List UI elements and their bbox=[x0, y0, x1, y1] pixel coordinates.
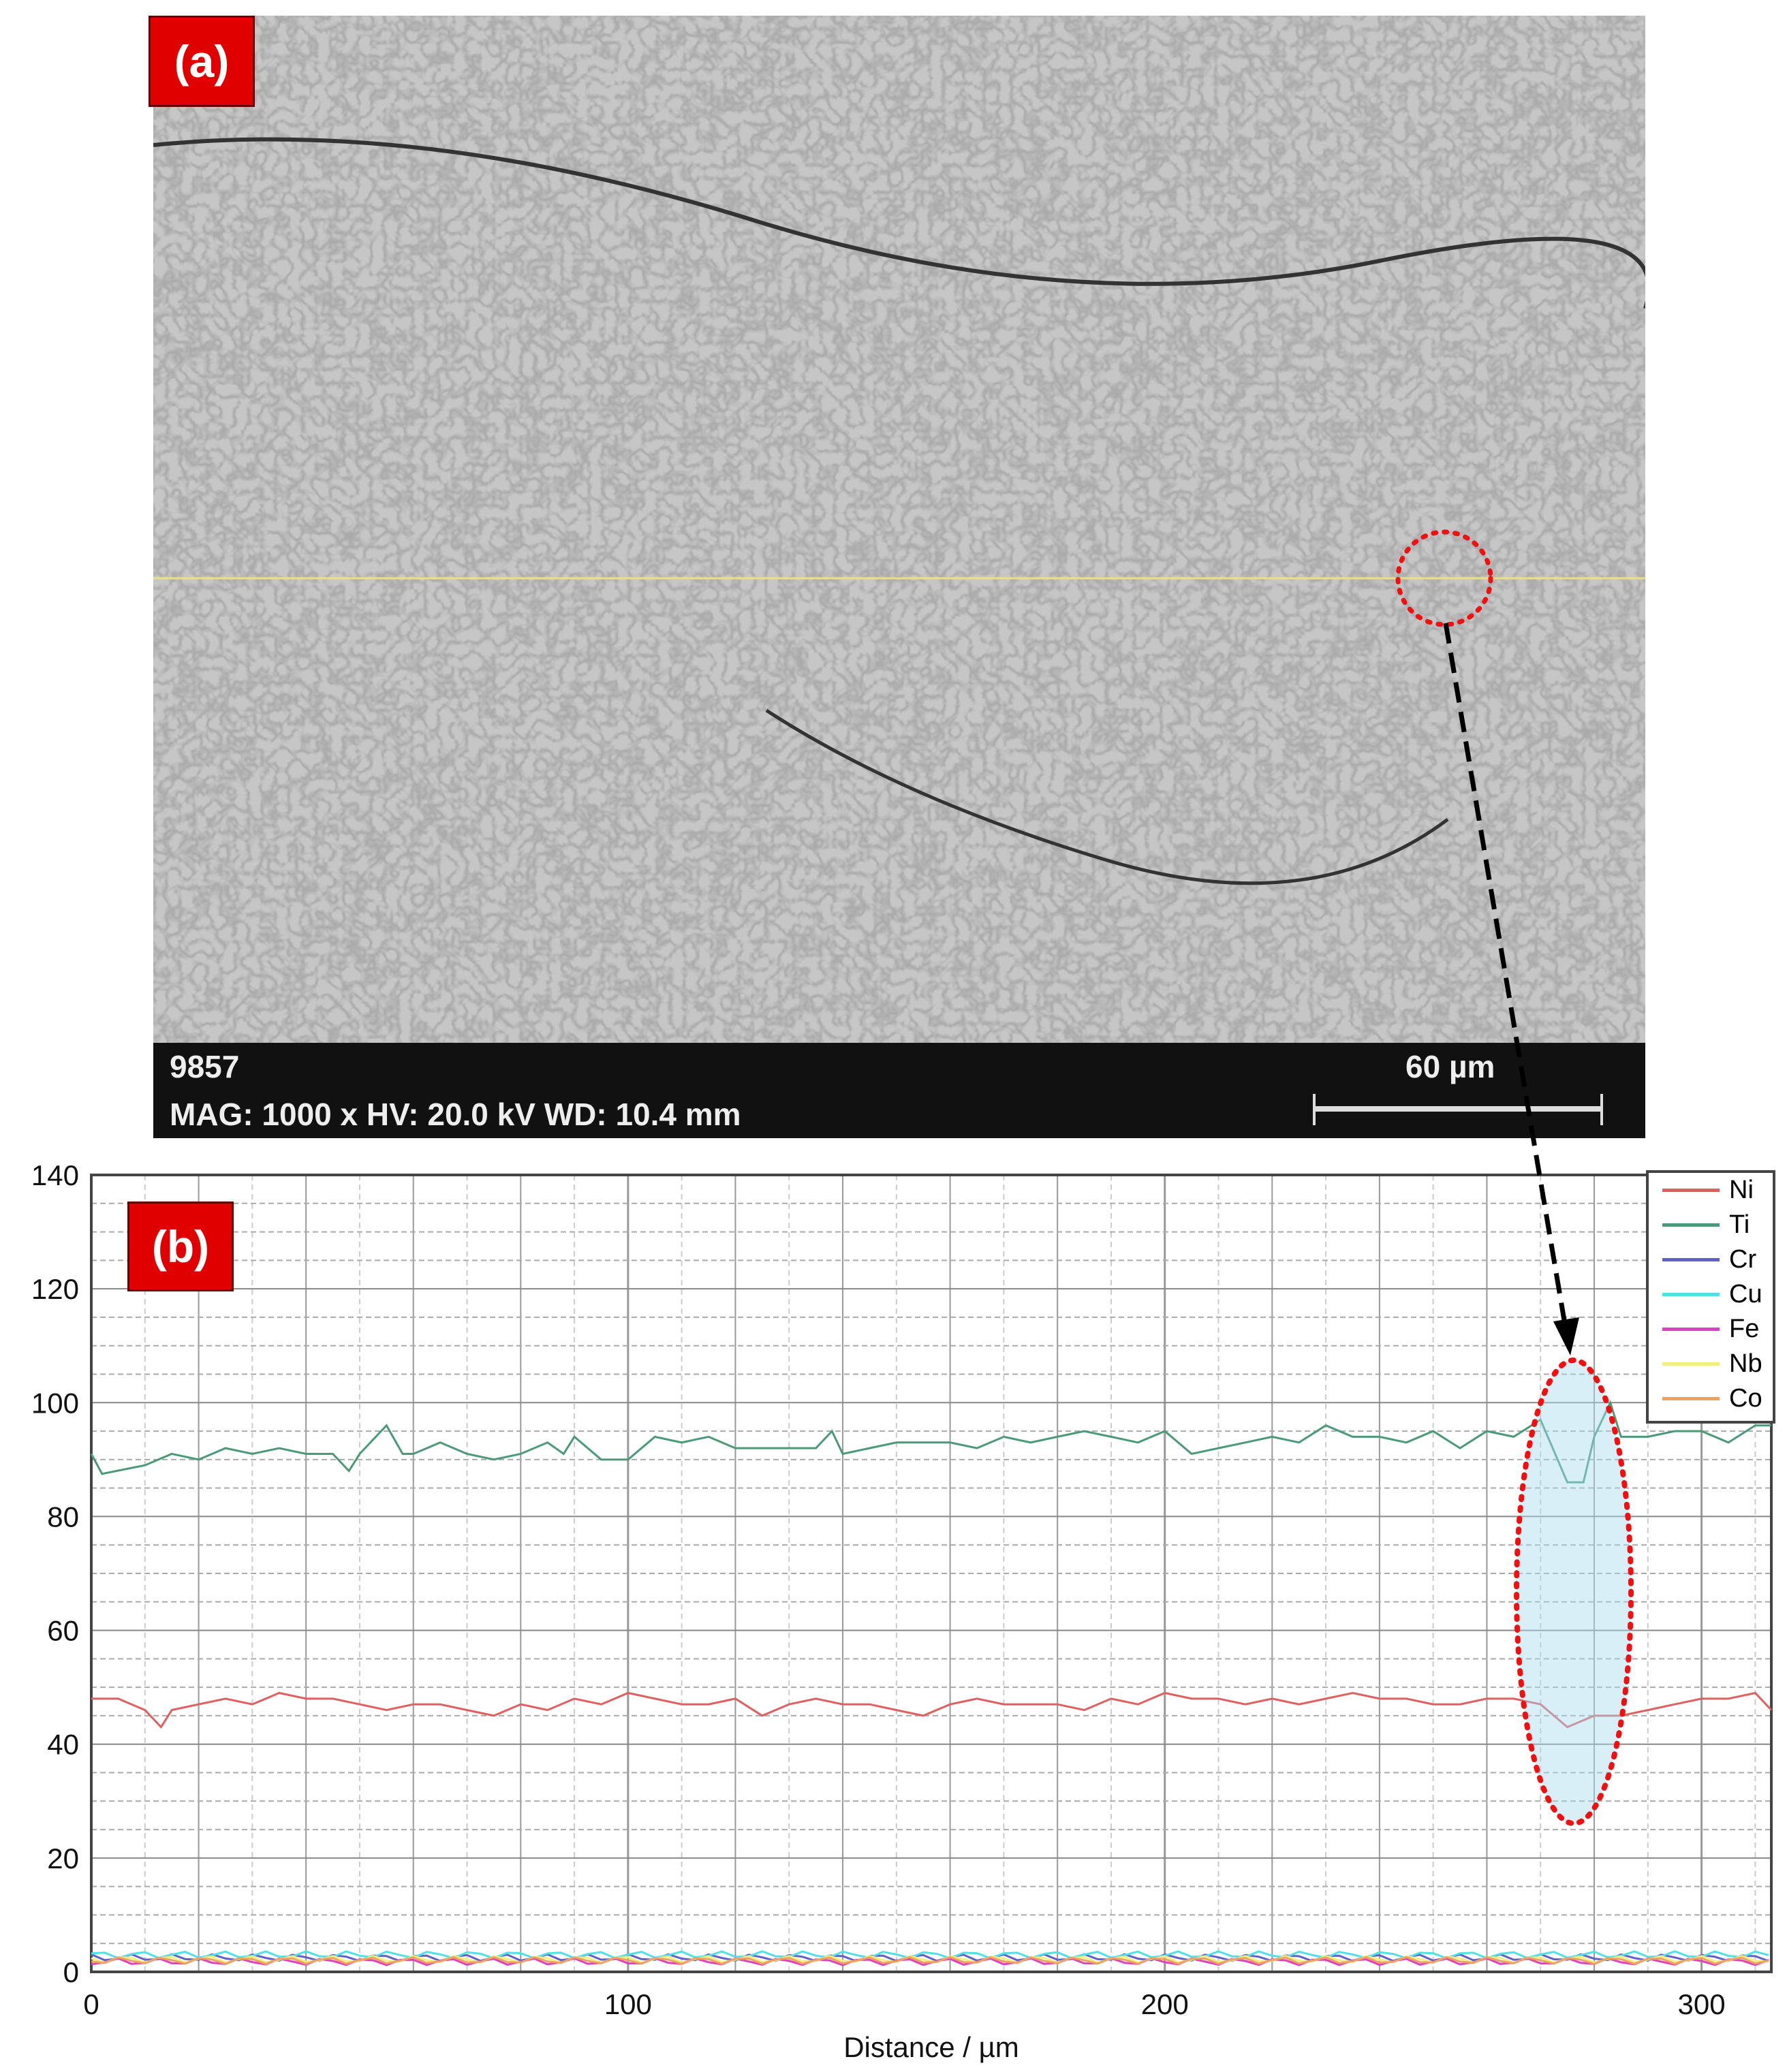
panel-b-label: (b) bbox=[127, 1202, 234, 1291]
legend-label: Nb bbox=[1729, 1349, 1762, 1378]
legend-item: Co bbox=[1649, 1381, 1773, 1416]
legend-swatch bbox=[1662, 1328, 1720, 1331]
legend-label: Cu bbox=[1729, 1280, 1762, 1308]
y-tick-label: 20 bbox=[47, 1842, 79, 1874]
series-line-ni bbox=[91, 1691, 1773, 1729]
legend: Ni Ti Cr Cu Fe Nb Co bbox=[1646, 1170, 1775, 1424]
legend-item: Ni bbox=[1649, 1173, 1773, 1208]
legend-item: Cu bbox=[1649, 1277, 1773, 1312]
y-tick-label: 120 bbox=[31, 1273, 79, 1305]
legend-swatch bbox=[1662, 1397, 1720, 1400]
legend-swatch bbox=[1662, 1189, 1720, 1192]
x-tick-label: 300 bbox=[1678, 1988, 1726, 2020]
y-tick-label: 80 bbox=[47, 1501, 79, 1533]
x-tick-label: 0 bbox=[83, 1988, 99, 2020]
x-tick-label: 200 bbox=[1141, 1988, 1189, 2020]
y-tick-label: 0 bbox=[63, 1956, 79, 1988]
x-axis-label: Distance / µm bbox=[843, 2031, 1019, 2063]
legend-item: Nb bbox=[1649, 1347, 1773, 1381]
acquisition-info: MAG: 1000 x HV: 20.0 kV WD: 10.4 mm bbox=[170, 1097, 741, 1132]
legend-swatch bbox=[1662, 1362, 1720, 1366]
legend-label: Fe bbox=[1729, 1315, 1760, 1343]
y-tick-label: 40 bbox=[47, 1729, 79, 1761]
scale-bar bbox=[1313, 1094, 1603, 1125]
legend-label: Ti bbox=[1729, 1210, 1750, 1239]
x-tick-label: 100 bbox=[604, 1988, 652, 2020]
y-tick-label: 60 bbox=[47, 1615, 79, 1647]
y-tick-label: 100 bbox=[31, 1387, 79, 1419]
legend-item: Ti bbox=[1649, 1208, 1773, 1242]
legend-swatch bbox=[1662, 1293, 1720, 1296]
y-tick-label: 140 bbox=[31, 1159, 79, 1191]
sem-micrograph bbox=[153, 16, 1645, 1138]
legend-swatch bbox=[1662, 1258, 1720, 1261]
linescan-chart: 0 20 40 60 80 100 120 140 0 100 200 300 Distance / µ… bbox=[31, 1159, 1773, 2063]
series-line-ti bbox=[90, 1400, 1771, 1484]
legend-label: Cr bbox=[1729, 1245, 1757, 1274]
legend-item: Fe bbox=[1649, 1312, 1773, 1347]
legend-label: Co bbox=[1729, 1384, 1762, 1413]
legend-label: Ni bbox=[1729, 1176, 1754, 1204]
legend-item: Cr bbox=[1649, 1242, 1773, 1277]
scale-bar-label: 60 µm bbox=[1405, 1049, 1495, 1084]
legend-swatch bbox=[1662, 1223, 1720, 1227]
panel-a-label: (a) bbox=[149, 16, 255, 107]
sem-info-bar: 9857 MAG: 1000 x HV: 20.0 kV WD: 10.4 mm… bbox=[153, 1043, 1645, 1138]
image-id: 9857 bbox=[170, 1049, 240, 1084]
